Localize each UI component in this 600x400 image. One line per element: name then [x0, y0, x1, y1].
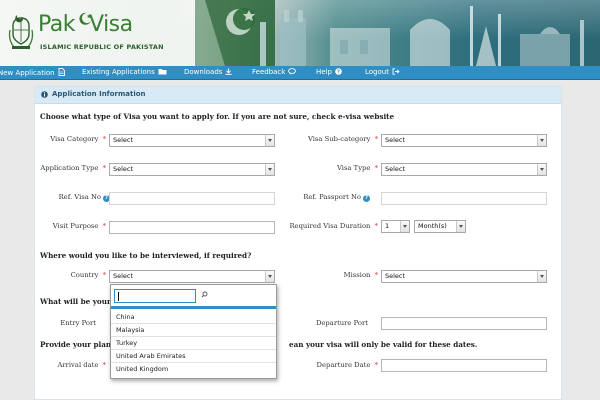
chevron-down-icon — [265, 164, 274, 175]
chevron-down-icon — [400, 221, 409, 232]
departure-port-input[interactable] — [381, 317, 547, 330]
panel-header: Application Information — [35, 87, 561, 104]
chevron-down-icon — [265, 135, 274, 146]
country-option[interactable]: United Kingdom — [111, 363, 276, 376]
question-dates-end: ean your visa will only be valid for the… — [289, 340, 478, 349]
text-cursor — [118, 292, 119, 301]
question-circle-icon: ? — [335, 68, 342, 75]
visa-subcategory-select[interactable]: Select — [381, 134, 547, 147]
label-entry-port: Entry Port — [60, 319, 96, 327]
nav-logout[interactable]: Logout — [365, 68, 400, 76]
country-option[interactable]: China — [111, 311, 276, 324]
select-value: Select — [385, 272, 406, 280]
search-icon — [201, 291, 208, 298]
visit-purpose-input[interactable] — [109, 221, 275, 234]
country-search-input[interactable] — [114, 289, 196, 303]
duration-number-select[interactable]: 1 — [381, 220, 410, 233]
document-icon — [58, 68, 65, 76]
chevron-down-icon — [537, 164, 546, 175]
mission-select[interactable]: Select — [381, 270, 547, 283]
nav-label: Feedback — [252, 68, 286, 76]
label-country: Country * — [70, 271, 106, 279]
label-visa-type: Visa Type * — [337, 164, 378, 172]
pak-visa-logo[interactable]: Pak Visa ISLAMIC REPUBLIC OF PAKISTAN — [4, 8, 204, 58]
label-application-type: Application Type * — [40, 164, 106, 172]
select-value: Select — [113, 136, 134, 144]
label-required-duration: Required Visa Duration * — [289, 222, 378, 230]
label-departure-date: Departure Date * — [316, 361, 378, 369]
nav-label: Existing Applications — [82, 68, 155, 76]
nav-feedback[interactable]: Feedback — [252, 68, 297, 76]
label-visa-subcategory: Visa Sub-category * — [307, 135, 378, 143]
nav-label: Downloads — [184, 68, 223, 76]
select-value: Month(s) — [418, 222, 447, 230]
visa-category-select[interactable]: Select — [109, 134, 275, 147]
panel-title: Application Information — [52, 90, 146, 98]
dropdown-highlight-bar — [111, 306, 276, 309]
chevron-down-icon — [456, 221, 465, 232]
label-ref-passport-no: Ref. Passport No? — [303, 193, 370, 202]
nav-label: New Application — [0, 69, 55, 77]
visa-type-select[interactable]: Select — [381, 163, 547, 176]
chevron-down-icon — [537, 135, 546, 146]
select-value: Select — [385, 136, 406, 144]
country-dropdown: China Malaysia Turkey United Arab Emirat… — [110, 284, 277, 379]
country-option[interactable]: Turkey — [111, 337, 276, 350]
crescent-star-icon — [79, 12, 92, 25]
question-visa-type: Choose what type of Visa you want to app… — [40, 112, 395, 121]
label-visa-category: Visa Category * — [50, 135, 106, 143]
nav-downloads[interactable]: Downloads — [184, 68, 232, 76]
brand-subtitle: ISLAMIC REPUBLIC OF PAKISTAN — [40, 43, 164, 51]
select-value: Select — [113, 165, 134, 173]
country-option[interactable]: Malaysia — [111, 324, 276, 337]
select-value: Select — [113, 272, 134, 280]
state-emblem-icon — [8, 15, 34, 49]
nav-new-application[interactable]: New Application — [0, 68, 65, 77]
nav-label: Help — [316, 68, 332, 76]
country-select[interactable]: Select — [109, 270, 275, 283]
ref-passport-no-input[interactable] — [381, 192, 547, 205]
duration-unit-select[interactable]: Month(s) — [414, 220, 466, 233]
svg-text:?: ? — [337, 69, 340, 75]
folder-icon — [158, 69, 167, 75]
chevron-down-icon — [265, 271, 274, 282]
select-value: 1 — [385, 222, 390, 230]
label-visit-purpose: Visit Purpose * — [52, 222, 106, 230]
nav-label: Logout — [365, 68, 389, 76]
info-icon — [41, 91, 48, 98]
label-arrival-date: Arrival date * — [57, 361, 106, 369]
header-banner: Pak Visa ISLAMIC REPUBLIC OF PAKISTAN — [0, 0, 600, 66]
nav-existing-applications[interactable]: Existing Applications — [82, 68, 167, 76]
label-mission: Mission * — [343, 271, 378, 279]
chevron-down-icon — [537, 271, 546, 282]
country-option[interactable]: United Arab Emirates — [111, 350, 276, 363]
help-icon[interactable]: ? — [363, 195, 370, 202]
label-ref-visa-no: Ref. Visa No? — [58, 193, 110, 202]
download-icon — [225, 68, 232, 75]
application-type-select[interactable]: Select — [109, 163, 275, 176]
select-value: Select — [385, 165, 406, 173]
ref-visa-no-input[interactable] — [109, 192, 275, 205]
label-departure-port: Departure Port — [315, 319, 368, 327]
question-interview: Where would you like to be interviewed, … — [40, 251, 252, 260]
nav-help[interactable]: Help? — [316, 68, 342, 76]
sign-out-icon — [392, 68, 400, 75]
chat-bubble-icon — [288, 68, 297, 75]
skyline-graphic — [260, 6, 584, 66]
departure-date-input[interactable] — [381, 359, 547, 372]
question-dates-start: Provide your planni — [40, 340, 120, 349]
question-ports: What will be your p — [40, 297, 119, 306]
main-nav: New Application Existing Applications Do… — [0, 66, 600, 80]
